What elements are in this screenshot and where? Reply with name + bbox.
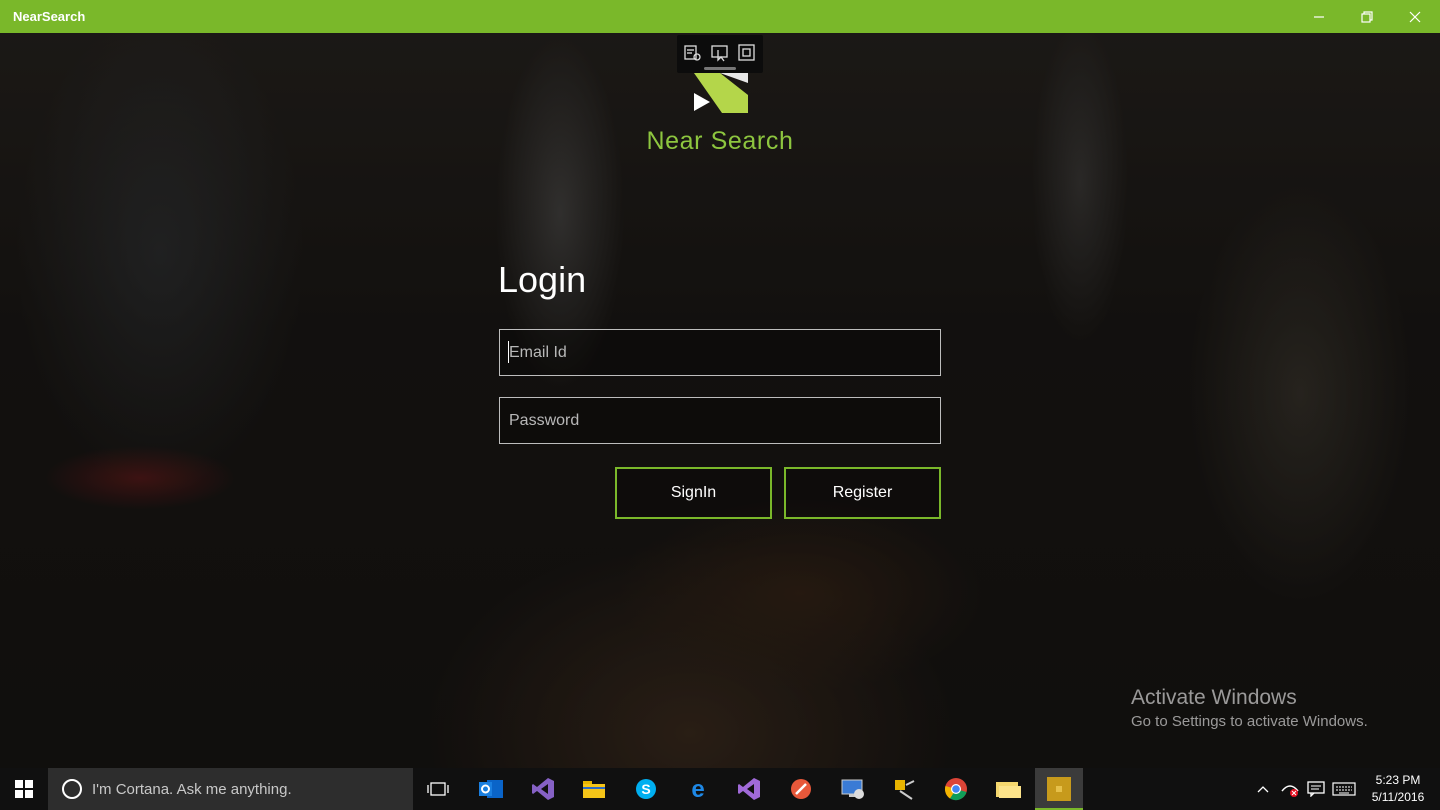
display-layout-button[interactable] bbox=[737, 43, 757, 63]
keyboard-icon bbox=[1332, 782, 1356, 796]
folder-app-button[interactable] bbox=[984, 768, 1032, 810]
visual-tree-icon bbox=[684, 45, 701, 61]
register-button[interactable]: Register bbox=[784, 467, 941, 519]
activate-windows-watermark: Activate Windows Go to Settings to activ… bbox=[1131, 686, 1368, 730]
close-button[interactable] bbox=[1392, 0, 1438, 33]
tool-icon bbox=[791, 779, 811, 799]
cortana-icon bbox=[62, 779, 82, 799]
window-title: NearSearch bbox=[13, 9, 86, 24]
folder-icon bbox=[996, 782, 1021, 798]
svg-text:S: S bbox=[641, 781, 650, 797]
app-background: Near Search Login SignIn Register Activa… bbox=[0, 33, 1440, 768]
svg-text:e: e bbox=[691, 777, 704, 801]
chrome-button[interactable] bbox=[932, 768, 980, 810]
visual-studio-alt-button[interactable] bbox=[725, 768, 773, 810]
windows-logo-icon bbox=[15, 780, 33, 798]
minimize-button[interactable] bbox=[1296, 0, 1342, 33]
remote-desktop-button[interactable] bbox=[829, 768, 877, 810]
network-error-icon bbox=[1281, 785, 1299, 797]
nearsearch-app-icon bbox=[1047, 777, 1071, 801]
chevron-up-icon bbox=[1257, 786, 1269, 793]
outlook-button[interactable] bbox=[467, 768, 515, 810]
password-field-box bbox=[499, 397, 941, 444]
email-field-box bbox=[499, 329, 941, 376]
email-input[interactable] bbox=[500, 330, 940, 375]
near-search-logo bbox=[694, 73, 748, 113]
restore-button[interactable] bbox=[1344, 0, 1390, 33]
system-clock[interactable]: 5:23 PM 5/11/2016 bbox=[1362, 772, 1434, 806]
touch-keyboard-button[interactable] bbox=[1330, 768, 1358, 810]
watermark-subtitle: Go to Settings to activate Windows. bbox=[1131, 713, 1368, 730]
edge-icon: e bbox=[691, 777, 704, 801]
cortana-placeholder: I'm Cortana. Ask me anything. bbox=[92, 781, 292, 798]
close-icon bbox=[1409, 11, 1421, 22]
skype-icon: S bbox=[636, 779, 656, 799]
visual-tree-button[interactable] bbox=[683, 43, 703, 63]
select-element-button[interactable] bbox=[710, 43, 730, 63]
minimize-icon bbox=[1314, 15, 1324, 18]
nearsearch-taskbar-button[interactable] bbox=[1035, 768, 1083, 810]
visual-studio-icon bbox=[532, 778, 554, 800]
title-bar: NearSearch bbox=[0, 0, 1440, 33]
cortana-search-box[interactable]: I'm Cortana. Ask me anything. bbox=[48, 768, 413, 810]
folder-icon bbox=[583, 781, 605, 798]
brand-name: Near Search bbox=[646, 127, 794, 155]
task-view-button[interactable] bbox=[414, 768, 462, 810]
debug-tool-button[interactable] bbox=[880, 768, 928, 810]
clock-time: 5:23 PM bbox=[1375, 773, 1421, 787]
visual-studio-button[interactable] bbox=[519, 768, 567, 810]
visual-studio-icon bbox=[738, 778, 760, 800]
action-center-button[interactable] bbox=[1304, 768, 1328, 810]
signin-button[interactable]: SignIn bbox=[615, 467, 772, 519]
file-explorer-button[interactable] bbox=[570, 768, 618, 810]
tool-app-button[interactable] bbox=[777, 768, 825, 810]
network-tray-button[interactable] bbox=[1278, 768, 1302, 810]
debug-toolbar bbox=[677, 35, 763, 73]
layout-adorner-icon bbox=[738, 44, 755, 61]
show-hidden-icons-button[interactable] bbox=[1252, 768, 1274, 810]
watermark-title: Activate Windows bbox=[1131, 686, 1297, 709]
start-button[interactable] bbox=[0, 768, 48, 810]
text-caret bbox=[508, 341, 509, 363]
chrome-icon bbox=[944, 778, 967, 801]
taskbar: I'm Cortana. Ask me anything. S e 5:23 P… bbox=[0, 768, 1440, 810]
edge-button[interactable]: e bbox=[674, 768, 722, 810]
password-input[interactable] bbox=[500, 398, 940, 443]
debug-toolbar-grip[interactable] bbox=[704, 67, 736, 70]
skype-button[interactable]: S bbox=[622, 768, 670, 810]
monitor-icon bbox=[841, 779, 864, 799]
clock-date: 5/11/2016 bbox=[1371, 790, 1425, 804]
task-view-icon bbox=[427, 782, 449, 796]
outlook-icon bbox=[479, 780, 503, 798]
debug-tool-icon bbox=[895, 780, 915, 800]
restore-icon bbox=[1361, 10, 1373, 23]
login-heading: Login bbox=[498, 259, 587, 300]
select-element-icon bbox=[711, 45, 728, 62]
notification-icon bbox=[1307, 781, 1325, 797]
